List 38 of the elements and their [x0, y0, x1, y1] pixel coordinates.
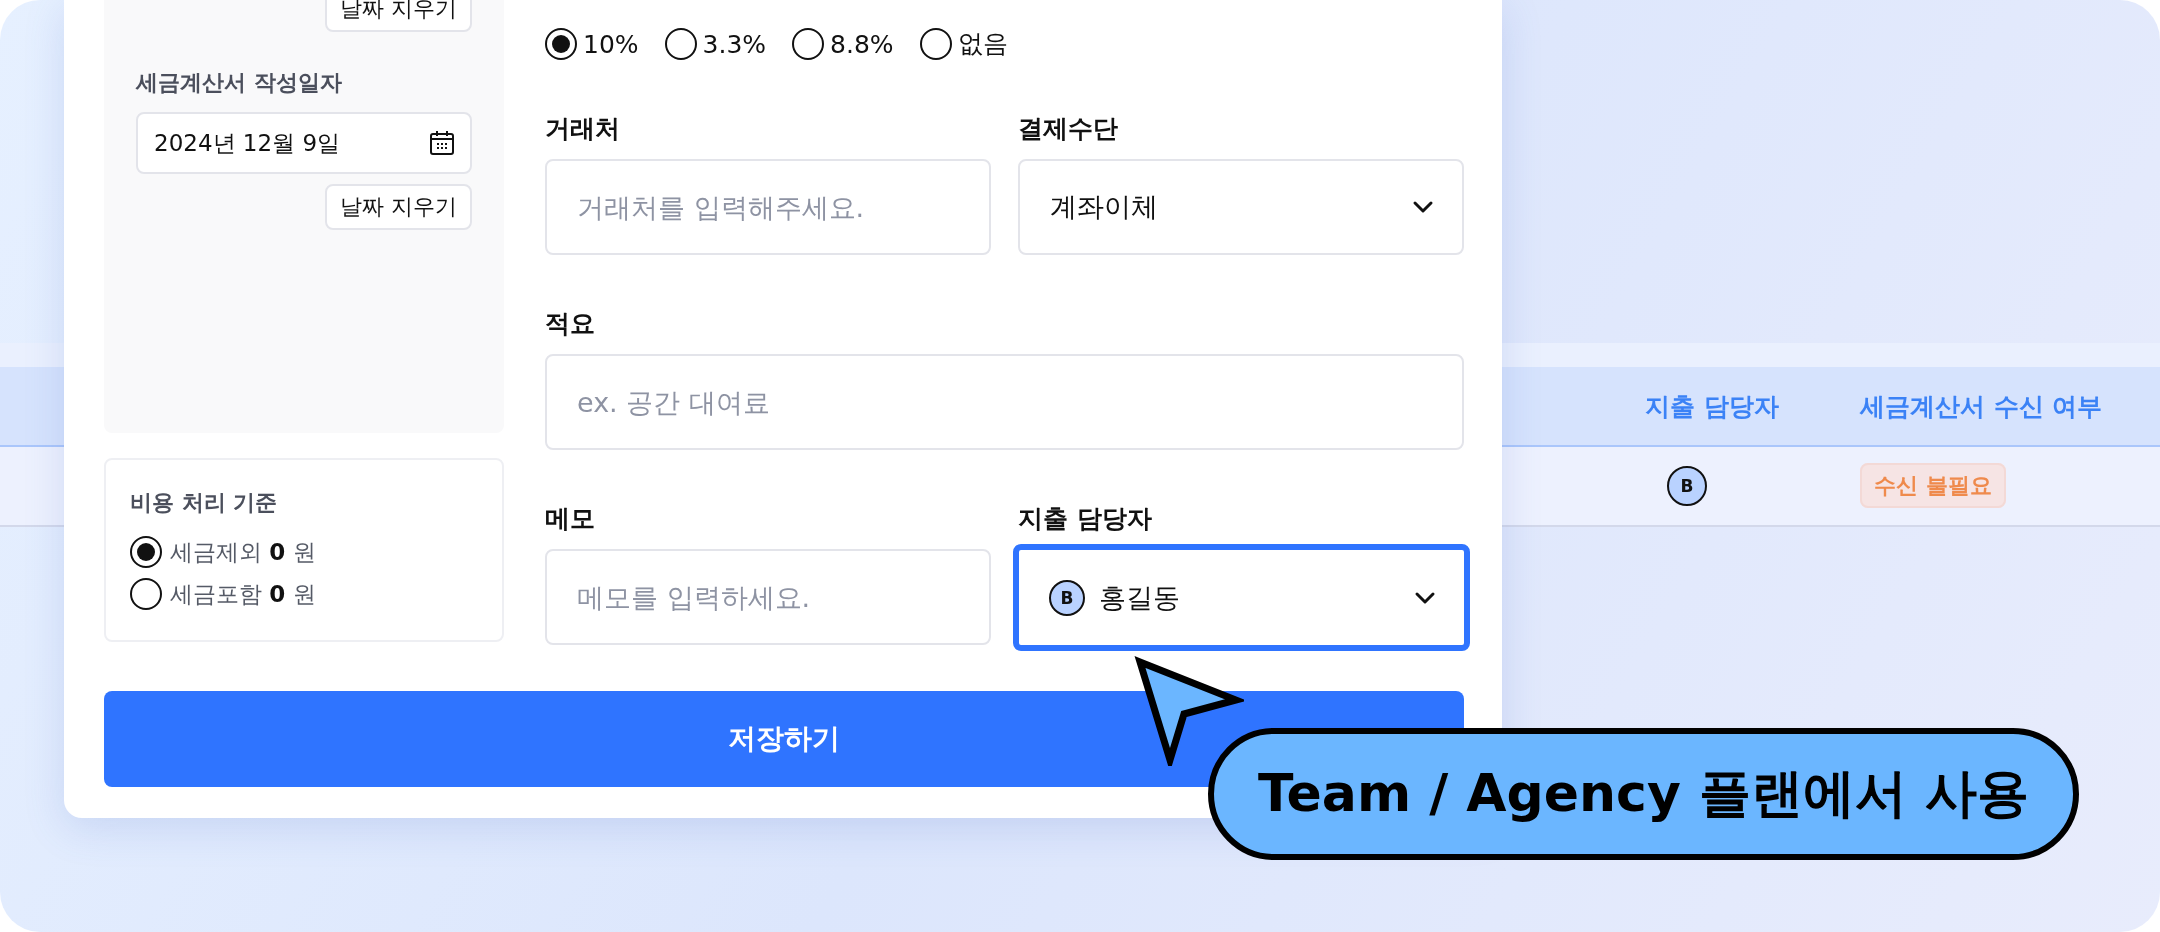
- text-field[interactable]: ex. 공간 대여료: [545, 354, 1464, 450]
- calendar-icon: [428, 129, 456, 157]
- field-label: 거래처: [545, 113, 621, 145]
- clear-date-button[interactable]: 날짜 지우기: [325, 184, 472, 230]
- option-label: 8.8%: [830, 29, 894, 59]
- date-value: 2024년 12월 9일: [154, 128, 341, 158]
- radio-button[interactable]: [130, 578, 162, 610]
- dropdown[interactable]: B 홍길동: [1013, 544, 1470, 651]
- column-header: 지출 담당자: [1644, 390, 1780, 423]
- date-field[interactable]: 2024년 12월 9일: [136, 112, 472, 174]
- plan-callout: Team / Agency 플랜에서 사용: [1208, 728, 2079, 860]
- dropdown[interactable]: 계좌이체: [1018, 159, 1464, 255]
- status-badge: 수신 불필요: [1860, 463, 2006, 508]
- radio-button[interactable]: [130, 536, 162, 568]
- radio-button[interactable]: [664, 28, 697, 60]
- avatar: B: [1667, 466, 1707, 506]
- selected-person: 홍길동: [1099, 580, 1180, 615]
- field-label: 지출 담당자: [1018, 503, 1153, 535]
- chevron-down-icon: [1412, 199, 1434, 215]
- radio-button[interactable]: [792, 28, 825, 60]
- clear-date-button[interactable]: 날짜 지우기: [325, 0, 472, 32]
- option-label: 10%: [583, 29, 639, 59]
- text-field[interactable]: 메모를 입력하세요.: [545, 549, 991, 645]
- cursor-icon: [1132, 656, 1244, 766]
- field-label: 메모: [545, 503, 596, 535]
- option-label: 세금포함 0 원: [170, 579, 316, 609]
- text-field[interactable]: 거래처를 입력해주세요.: [545, 159, 991, 255]
- avatar: B: [1049, 579, 1085, 616]
- column-header: 세금계산서 수신 여부: [1858, 390, 2104, 423]
- field-label: 결제수단: [1018, 113, 1119, 145]
- option-label: 3.3%: [702, 29, 767, 59]
- field-label: 적요: [545, 308, 596, 340]
- card-title: 비용 처리 기준: [130, 489, 279, 517]
- option-label: 세금제외 0 원: [170, 537, 316, 567]
- option-label: 없음: [957, 28, 1008, 60]
- radio-button[interactable]: [545, 28, 577, 60]
- field-label: 세금계산서 작성일자: [136, 69, 343, 97]
- radio-button[interactable]: [919, 27, 952, 60]
